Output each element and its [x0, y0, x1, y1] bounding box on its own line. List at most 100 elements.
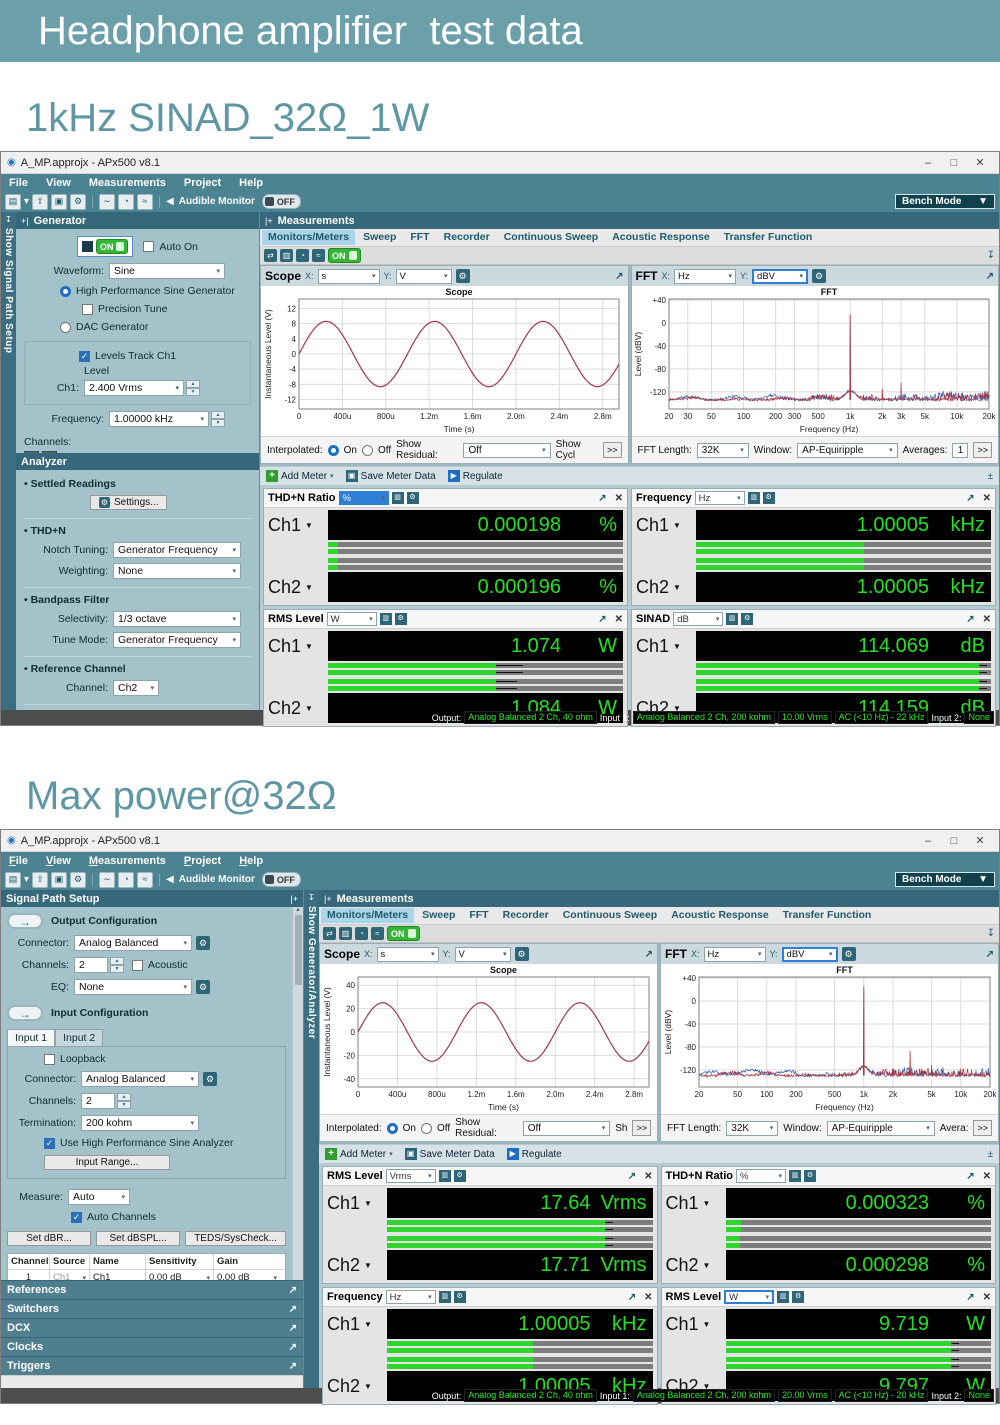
popup-icon[interactable]: ↗ — [598, 493, 606, 504]
field-dropdown[interactable]: Ch2▾ — [113, 680, 159, 696]
field-dropdown[interactable]: Generator Frequency▾ — [113, 542, 241, 558]
field-dropdown[interactable]: 1/3 octave▾ — [113, 611, 241, 627]
channel-label[interactable]: Ch2▼ — [327, 1255, 387, 1276]
more-options-button[interactable]: >> — [632, 1120, 651, 1136]
pin-icon[interactable]: |+ — [265, 216, 273, 226]
new-file-dropdown-icon[interactable]: ▾ — [24, 196, 29, 207]
auto-channels-checkbox[interactable]: ✓ — [71, 1212, 82, 1223]
settled-meters-icon[interactable]: ◔ — [355, 927, 368, 940]
panel-settings-gear-icon[interactable]: ⚙ — [515, 947, 529, 961]
popup-icon[interactable]: ↗ — [289, 1361, 297, 1372]
meter-settings-gear-icon[interactable]: ⚙ — [741, 613, 753, 625]
checkbox[interactable] — [143, 241, 154, 252]
y-axis-dropdown[interactable]: V▾ — [396, 269, 452, 284]
close-icon[interactable]: ✕ — [983, 1292, 991, 1303]
input-channels-field[interactable]: 2 — [81, 1093, 115, 1109]
settings-gear-icon[interactable]: ⚙ — [70, 194, 86, 210]
measurements-panel-header[interactable]: |+Measurements — [260, 212, 999, 229]
menu-help[interactable]: Help — [239, 855, 263, 867]
channel-label[interactable]: Ch1▼ — [268, 636, 328, 657]
meter-settings-gear-icon[interactable]: ⚙ — [763, 492, 775, 504]
popup-icon[interactable]: ↗ — [289, 1323, 297, 1334]
menu-measurements[interactable]: Measurements — [89, 177, 166, 189]
button-setdbr[interactable]: Set dBR... — [7, 1231, 91, 1246]
close-icon[interactable]: ✕ — [983, 1171, 991, 1182]
menu-view[interactable]: View — [46, 177, 71, 189]
tab-fft[interactable]: FFT — [404, 230, 435, 245]
meter-unit-dropdown[interactable]: Vrms▾ — [386, 1169, 436, 1183]
hp-analyzer-checkbox[interactable]: ✓ — [44, 1138, 55, 1149]
x-axis-dropdown[interactable]: Hz▾ — [704, 947, 766, 962]
averages-field[interactable]: 1 — [952, 443, 968, 458]
channel-label[interactable]: Ch1▼ — [268, 515, 328, 536]
menu-project[interactable]: Project — [184, 177, 221, 189]
channel-label[interactable]: Ch1▼ — [666, 1193, 726, 1214]
popup-icon[interactable]: ↗ — [615, 271, 623, 282]
meter-display-icon[interactable]: ▥ — [726, 613, 738, 625]
meter-display-icon[interactable]: ▥ — [380, 613, 392, 625]
collapse-pin-icon[interactable]: ± — [988, 471, 994, 482]
audible-monitor-off-toggle[interactable]: OFF — [262, 872, 301, 887]
popup-icon[interactable]: ↗ — [966, 614, 974, 625]
interpolated-off-radio[interactable] — [362, 445, 373, 456]
cell-source[interactable]: Ch1▾ — [50, 1270, 90, 1280]
tab-recorder[interactable]: Recorder — [438, 230, 496, 245]
tab-acoustic-response[interactable]: Acoustic Response — [606, 230, 715, 245]
meter-display-icon[interactable]: ▥ — [748, 492, 760, 504]
close-icon[interactable]: ✕ — [644, 1171, 652, 1182]
popup-icon[interactable]: ↗ — [645, 949, 653, 960]
meter-settings-gear-icon[interactable]: ⚙ — [395, 613, 407, 625]
import-icon[interactable]: ⇧ — [32, 872, 48, 888]
titlebar[interactable]: ◉ A_MP.approjx - APx500 v8.1 – □ ✕ — [1, 830, 999, 852]
maximize-button[interactable]: □ — [941, 835, 967, 847]
close-button[interactable]: ✕ — [967, 156, 993, 169]
more-options-button[interactable]: >> — [973, 1120, 992, 1136]
button-setdbspl[interactable]: Set dBSPL... — [96, 1231, 180, 1246]
output-channels-stepper[interactable]: ▲▼ — [110, 957, 124, 973]
meter-unit-dropdown[interactable]: %▾ — [736, 1169, 786, 1183]
bench-mode-select[interactable]: Bench Mode▼ — [895, 194, 995, 209]
channel-label[interactable]: Ch1▼ — [636, 515, 696, 536]
popup-icon[interactable]: ↗ — [628, 1292, 636, 1303]
ch1-level-dropdown[interactable]: 2.400 Vrms▾ — [84, 380, 184, 396]
output-connector-settings-icon[interactable]: ⚙ — [196, 936, 210, 950]
meter-display-icon[interactable]: ▥ — [439, 1291, 451, 1303]
save-icon[interactable]: ▣ — [51, 194, 67, 210]
fft-length-dropdown[interactable]: 32K▾ — [697, 443, 749, 458]
meter-settings-gear-icon[interactable]: ⚙ — [454, 1291, 466, 1303]
interpolated-on-radio[interactable] — [328, 445, 339, 456]
acoustic-checkbox[interactable]: Acoustic — [132, 959, 188, 971]
generator-on-toggle[interactable]: ON — [77, 236, 134, 257]
sidebar-item-dcx[interactable]: DCX↗ — [1, 1318, 303, 1337]
interpolated-off-radio[interactable] — [421, 1123, 432, 1134]
tab-continuous-sweep[interactable]: Continuous Sweep — [557, 908, 664, 923]
meter-display-icon[interactable]: ▥ — [392, 492, 404, 504]
x-axis-dropdown[interactable]: Hz▾ — [674, 269, 736, 284]
popup-icon[interactable]: ↗ — [628, 1171, 636, 1182]
add-meter-button[interactable]: +Add Meter▾ — [325, 1148, 393, 1160]
frequency-stepper[interactable]: ▲▼ — [211, 411, 225, 427]
close-icon[interactable]: ✕ — [983, 614, 991, 625]
settings-gear-icon[interactable]: ⚙ — [70, 872, 86, 888]
meter-settings-gear-icon[interactable]: ⚙ — [407, 492, 419, 504]
level-meters-icon[interactable]: ▥ — [280, 249, 293, 262]
field-dropdown[interactable]: Generator Frequency▾ — [113, 632, 241, 648]
button-tedssyscheck[interactable]: TEDS/SysCheck... — [185, 1231, 286, 1246]
levels-track-checkbox[interactable]: ✓ — [79, 351, 90, 362]
measurements-panel-header[interactable]: |+Measurements — [319, 890, 999, 907]
eq-dropdown[interactable]: None▾ — [74, 979, 192, 995]
meter-unit-dropdown[interactable]: W▾ — [327, 612, 377, 626]
meter-unit-dropdown[interactable]: dB▾ — [673, 612, 723, 626]
save-meter-data-button[interactable]: ▣Save Meter Data — [405, 1148, 495, 1160]
save-meter-data-button[interactable]: ▣Save Meter Data — [346, 470, 436, 482]
channel-label[interactable]: Ch2▼ — [636, 577, 696, 598]
channel-label[interactable]: Ch1▼ — [327, 1314, 387, 1335]
generator-monitor-icon[interactable]: ⇄ — [323, 927, 336, 940]
x-axis-dropdown[interactable]: s▾ — [377, 947, 439, 962]
analyzer-panel-header[interactable]: Analyzer — [16, 453, 259, 470]
meter-unit-dropdown[interactable]: Hz▾ — [386, 1290, 436, 1304]
menu-measurements[interactable]: Measurements — [89, 855, 166, 867]
show-signal-path-setup-strip[interactable]: ↧ Show Signal Path Setup — [1, 212, 16, 710]
meter-unit-dropdown[interactable]: W▾ — [724, 1290, 774, 1304]
input-range-button[interactable]: Input Range... — [44, 1155, 170, 1170]
